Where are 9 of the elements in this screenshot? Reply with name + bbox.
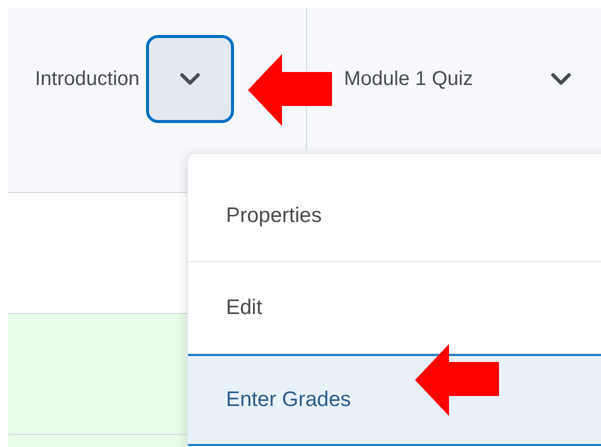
menu-item[interactable]: Properties (188, 170, 601, 262)
arrow-icon (415, 344, 499, 416)
arrow-icon (248, 54, 332, 126)
column-title: Introduction (35, 67, 140, 92)
menu-item[interactable]: Enter Grades (188, 354, 601, 446)
column-title: Module 1 Quiz (344, 67, 473, 92)
chevron-down-icon (178, 72, 201, 86)
column-menu-button[interactable] (146, 35, 234, 123)
chevron-down-icon (550, 72, 572, 86)
